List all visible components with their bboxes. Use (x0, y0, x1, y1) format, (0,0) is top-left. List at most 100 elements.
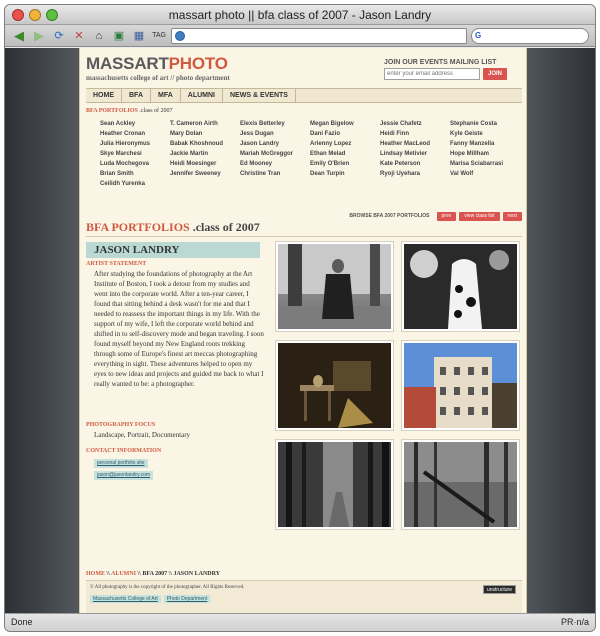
photo-thumbnail-4[interactable] (402, 341, 519, 430)
footer-link-photo-dept[interactable]: Photo Department (163, 595, 211, 603)
forest-path-image (278, 442, 391, 527)
artist-name: JASON LANDRY (86, 242, 260, 258)
student-name-link[interactable]: Kyle Geiste (450, 131, 520, 141)
search-engine-icon: G (475, 31, 482, 40)
next-button[interactable]: next (502, 211, 522, 221)
email-input[interactable] (384, 68, 480, 80)
nav-bfa[interactable]: BFA (122, 89, 151, 102)
student-name-link[interactable]: T. Cameron Airth (170, 121, 240, 131)
nav-mfa[interactable]: MFA (151, 89, 181, 102)
student-name-link[interactable]: Jackie Martin (170, 151, 240, 161)
page-viewport: MASSARTPHOTO massachusetts college of ar… (5, 48, 595, 615)
photo-thumbnail-5[interactable] (276, 440, 393, 529)
title-bar: massart photo || bfa class of 2007 - Jas… (5, 5, 595, 25)
artist-statement-heading: ARTIST STATEMENT (86, 261, 147, 267)
artist-statement: After studying the foundations of photog… (94, 270, 264, 388)
mailing-list-form: JOIN OUR EVENTS MAILING LIST JOIN (384, 59, 518, 80)
breadcrumb: HOME \\ ALUMNI \\ BFA 2007 \\ JASON LAND… (86, 571, 221, 577)
student-name-link[interactable]: Kate Peterson (380, 161, 450, 171)
student-name-link[interactable]: Ceilidh Yurenka (100, 181, 170, 191)
student-name-link[interactable]: Julia Hieronymus (100, 141, 170, 151)
unstructure-badge[interactable]: unstructure (482, 585, 516, 594)
reload-icon[interactable]: ⟳ (51, 28, 67, 44)
student-name-link[interactable]: Brian Smith (100, 171, 170, 181)
student-name-link[interactable]: Jennifer Sweeney (170, 171, 240, 181)
status-text: Done (11, 617, 33, 627)
student-name-link[interactable]: Skye Marchesi (100, 151, 170, 161)
portrait-tree-image (278, 244, 391, 329)
page-title: BFA PORTFOLIOS .class of 2007 (86, 220, 260, 234)
zoom-window-icon[interactable] (46, 9, 58, 21)
contact-heading: CONTACT INFORMATION (86, 448, 162, 454)
minimize-window-icon[interactable] (29, 9, 41, 21)
bookmark-icon[interactable]: ▣ (111, 28, 127, 44)
footer: © All photography is the copyright of th… (86, 580, 522, 614)
grid-icon[interactable]: ▦ (131, 28, 147, 44)
footer-link-massart[interactable]: Massachusetts College of Art (90, 595, 161, 603)
student-name-link[interactable]: Babak Khoshnoud (170, 141, 240, 151)
student-name-link[interactable]: Heidi Moesinger (170, 161, 240, 171)
interior-table-image (278, 343, 391, 428)
student-name-link[interactable]: Heidi Finn (380, 131, 450, 141)
student-name-link[interactable]: Mary Dolan (170, 131, 240, 141)
forward-arrow-icon[interactable]: ▶ (31, 28, 47, 44)
photo-thumbnail-3[interactable] (276, 341, 393, 430)
site-tagline: massachusetts college of art // photo de… (86, 74, 230, 82)
stop-icon[interactable]: ✕ (71, 28, 87, 44)
url-bar[interactable] (171, 27, 467, 44)
student-name-link[interactable]: Heather Cronan (100, 131, 170, 141)
student-name-link[interactable]: Fanny Manzella (450, 141, 520, 151)
student-name-link[interactable]: Megan Bigelow (310, 121, 380, 131)
browser-toolbar: ◀ ▶ ⟳ ✕ ⌂ ▣ ▦ TAG G (5, 25, 595, 47)
search-field[interactable]: G (471, 27, 589, 44)
photo-thumbnail-6[interactable] (402, 440, 519, 529)
student-name-link[interactable]: Mariah McGreggor (240, 151, 310, 161)
student-name-link[interactable]: Jessie Chafetz (380, 121, 450, 131)
student-name-link[interactable]: Arienny Lopez (310, 141, 380, 151)
student-name-link[interactable]: Ethan Melad (310, 151, 380, 161)
divider (86, 236, 522, 237)
photo-thumbnail-1[interactable] (276, 242, 393, 331)
nav-news-events[interactable]: NEWS & EVENTS (223, 89, 296, 102)
back-arrow-icon[interactable]: ◀ (11, 28, 27, 44)
student-name-link[interactable]: Sean Ackley (100, 121, 170, 131)
student-name-link[interactable]: Ryoji Uyehara (380, 171, 450, 181)
site-logo[interactable]: MASSARTPHOTO (86, 54, 228, 74)
join-button[interactable]: JOIN (483, 68, 507, 80)
student-name-link[interactable]: Val Wolf (450, 171, 520, 181)
site-favicon-icon (175, 30, 185, 41)
close-window-icon[interactable] (12, 9, 24, 21)
student-name-link[interactable]: Heather MacLeod (380, 141, 450, 151)
photo-thumbnail-2[interactable] (402, 242, 519, 331)
nav-alumni[interactable]: ALUMNI (181, 89, 223, 102)
student-name-link[interactable]: Ed Mooney (240, 161, 310, 171)
student-name-link[interactable]: Stephanie Costa (450, 121, 520, 131)
student-name-link[interactable]: Christine Tran (240, 171, 310, 181)
prev-button[interactable]: prev (436, 211, 457, 221)
student-name-link[interactable]: Elexis Betterley (240, 121, 310, 131)
copyright-text: © All photography is the copyright of th… (90, 585, 245, 590)
student-name-link[interactable]: Luda Mochegova (100, 161, 170, 171)
student-name-link[interactable]: Hope Millham (450, 151, 520, 161)
student-name-link[interactable]: Dean Turpin (310, 171, 380, 181)
home-icon[interactable]: ⌂ (91, 28, 107, 44)
portfolio-site-link[interactable]: personal portfolio site (94, 459, 148, 468)
student-name-list: Sean Ackley T. Cameron Airth Elexis Better… (100, 121, 520, 191)
breadcrumb-home-link[interactable]: HOME (86, 571, 105, 577)
window-controls (12, 9, 58, 21)
student-name-link[interactable]: Dani Fazio (310, 131, 380, 141)
student-name-link[interactable]: Emily O'Brien (310, 161, 380, 171)
mailing-list-label: JOIN OUR EVENTS MAILING LIST (384, 59, 497, 66)
breadcrumb-alumni-link[interactable]: ALUMNI (111, 571, 136, 577)
student-name-link[interactable]: Marisa Sciabarrasi (450, 161, 520, 171)
dress-figure-image (404, 244, 517, 329)
student-name-link[interactable]: Jess Dugan (240, 131, 310, 141)
view-class-list-button[interactable]: view class list (459, 211, 500, 221)
email-link[interactable]: jason@jasonlandry.com (94, 471, 154, 480)
tag-icon[interactable]: TAG (151, 28, 167, 44)
pagerank-indicator: PR·n/a (560, 617, 589, 627)
nav-home[interactable]: HOME (86, 89, 122, 102)
student-name-link[interactable]: Jason Landry (240, 141, 310, 151)
main-nav: HOME BFA MFA ALUMNI NEWS & EVENTS (86, 88, 522, 103)
student-name-link[interactable]: Lindsay Metivier (380, 151, 450, 161)
